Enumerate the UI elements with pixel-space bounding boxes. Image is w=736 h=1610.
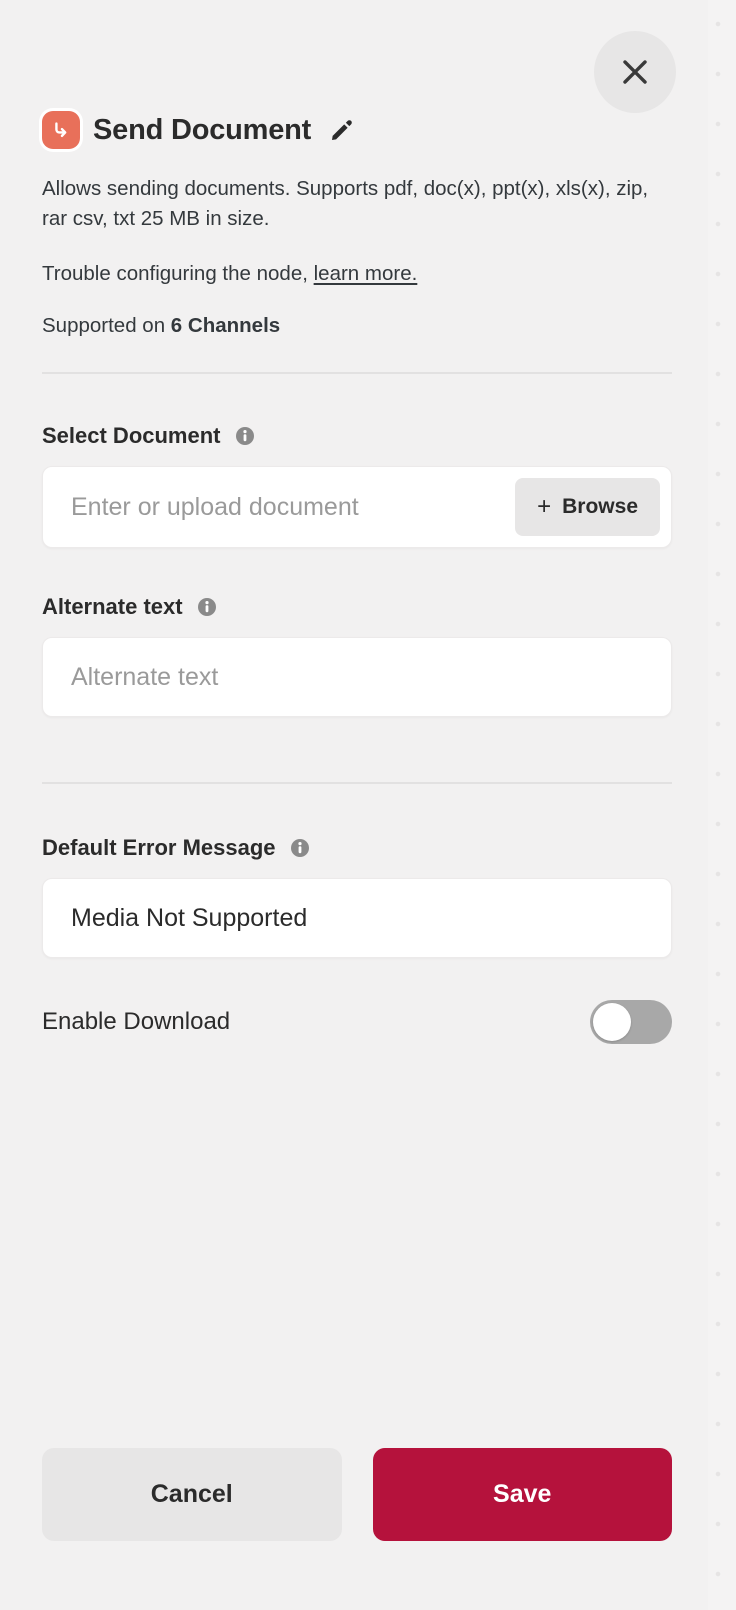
pencil-edit-icon[interactable] [329,118,354,143]
browse-button[interactable]: + Browse [515,478,660,536]
close-icon[interactable] [594,31,676,113]
error-message-label: Default Error Message [42,835,276,860]
dialog-footer: Cancel Save [42,1448,672,1541]
supported-channels-text: Supported on 6 Channels [42,314,672,338]
field-alternate-text: Alternate text [42,594,672,717]
enable-download-label: Enable Download [42,1008,231,1035]
select-document-input-shell: + Browse [42,466,672,548]
select-document-input[interactable] [43,467,516,547]
error-message-input[interactable] [43,879,671,957]
field-select-document: Select Document + Browse [42,423,672,548]
trouble-text: Trouble configuring the node, [42,261,314,285]
error-message-input-shell [42,878,672,958]
title-row: Send Document [42,108,672,152]
info-icon[interactable] [197,597,217,617]
field-enable-download: Enable Download [42,1000,672,1044]
enable-download-toggle[interactable] [590,1000,672,1044]
select-document-label: Select Document [42,423,221,448]
canvas-background-strip [708,0,736,1610]
cancel-button[interactable]: Cancel [42,1448,342,1541]
alternate-text-input-shell [42,637,672,717]
browse-button-label: Browse [562,495,638,518]
save-button[interactable]: Save [372,1448,672,1541]
alternate-text-label-row: Alternate text [42,594,672,620]
dialog-header: Send Document Allows sending documents. … [42,108,672,338]
send-document-config-panel: Send Document Allows sending documents. … [0,0,708,1610]
info-icon[interactable] [290,838,310,858]
enable-download-row: Enable Download [42,1000,672,1044]
node-description: Allows sending documents. Supports pdf, … [42,177,649,231]
info-icon[interactable] [235,426,255,446]
page-title: Send Document [93,113,312,146]
field-default-error-message: Default Error Message [42,835,672,958]
divider-top [42,372,672,374]
supported-prefix: Supported on [42,313,171,337]
supported-channel-count: 6 Channels [170,313,281,337]
alternate-text-input[interactable] [43,638,671,716]
select-document-label-row: Select Document [42,423,672,449]
send-node-icon [42,111,80,149]
trouble-help-text: Trouble configuring the node, learn more… [42,262,672,286]
error-message-label-row: Default Error Message [42,835,672,861]
learn-more-link[interactable]: learn more. [314,262,418,285]
alternate-text-label: Alternate text [42,594,183,619]
divider-middle [42,782,672,784]
plus-icon: + [537,493,552,520]
toggle-knob [593,1003,631,1041]
